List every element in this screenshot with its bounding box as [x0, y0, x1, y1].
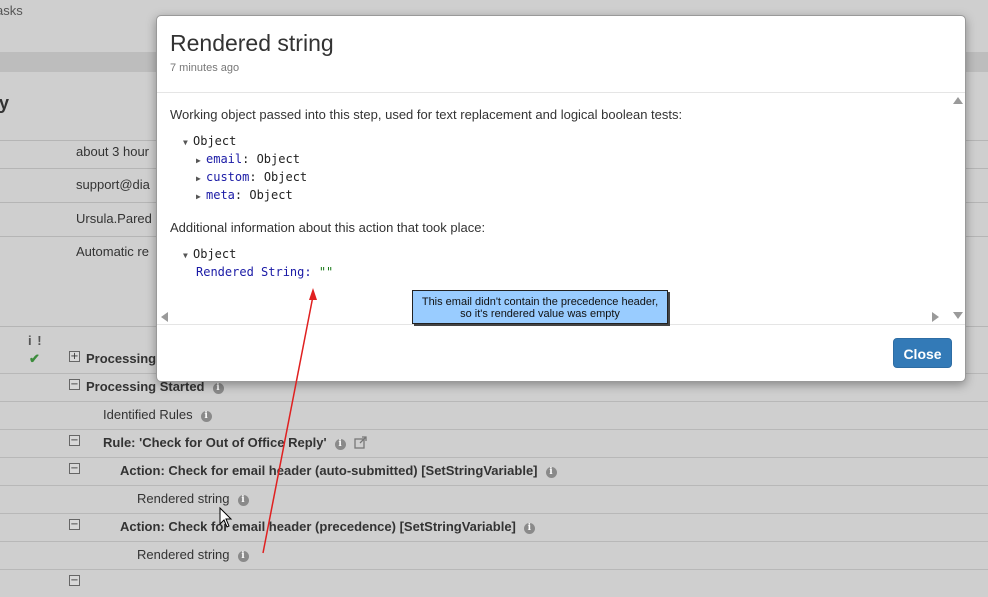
object-property[interactable]: ▶ meta: Object	[196, 188, 293, 202]
tree-row[interactable]: − Action: Check for email header (preced…	[0, 513, 988, 542]
tree-row[interactable]: Rendered string i	[0, 541, 988, 570]
tree-row-text: Action: Check for email header (preceden…	[120, 519, 535, 534]
rendered-string-property: Rendered String: ""	[196, 265, 333, 279]
expanded-triangle-icon[interactable]: ▼	[183, 138, 193, 147]
scroll-right-arrow-icon[interactable]	[932, 312, 939, 322]
tree-row[interactable]: − Action: Check for email header (auto-s…	[0, 457, 988, 486]
info-icon[interactable]: i	[237, 495, 249, 506]
expanded-triangle-icon[interactable]: ▼	[183, 251, 193, 260]
collapse-icon[interactable]: −	[69, 463, 80, 474]
object-property[interactable]: ▶ email: Object	[196, 152, 300, 166]
rendered-string-value: ""	[318, 265, 334, 279]
object-property[interactable]: ▶ custom: Object	[196, 170, 307, 184]
tree-row-text: Rendered string i	[137, 491, 249, 506]
tree-row-label: Rendered string	[137, 491, 230, 506]
external-link-icon[interactable]	[353, 436, 367, 452]
tree-row-text: Rule: 'Check for Out of Office Reply' i	[103, 435, 367, 452]
detail-value-time: about 3 hour	[76, 144, 150, 159]
modal-timestamp: 7 minutes ago	[170, 62, 240, 74]
tree-row[interactable]: −	[0, 569, 988, 597]
property-key: Rendered String:	[196, 265, 312, 279]
vertical-scrollbar[interactable]	[951, 93, 965, 323]
property-key: meta	[206, 188, 235, 202]
tree-row[interactable]: Rendered string i	[0, 485, 988, 514]
info-icon[interactable]: i	[200, 411, 212, 422]
property-value: Object	[263, 170, 308, 184]
rendered-string-modal: Rendered string 7 minutes ago Working ob…	[156, 15, 966, 382]
property-key: email	[206, 152, 243, 166]
collapsed-triangle-icon[interactable]: ▶	[196, 192, 206, 201]
tree-row-label: Action: Check for email header (auto-sub…	[120, 463, 538, 478]
collapse-icon[interactable]: −	[69, 575, 80, 586]
tree-row[interactable]: Identified Rules i	[0, 401, 988, 430]
working-object-description: Working object passed into this step, us…	[170, 107, 683, 122]
info-icon[interactable]: i	[237, 551, 249, 562]
detail-value-from: support@dia	[76, 177, 150, 192]
info-icon[interactable]: i	[545, 467, 557, 478]
tree-row-text: Action: Check for email header (auto-sub…	[120, 463, 557, 478]
info-icon[interactable]: i	[212, 383, 224, 394]
tree-row-label: Rendered string	[137, 547, 230, 562]
collapse-icon[interactable]: −	[69, 435, 80, 446]
modal-header: Rendered string 7 minutes ago	[157, 16, 965, 93]
additional-object-root[interactable]: ▼ Object	[183, 247, 236, 261]
scroll-down-arrow-icon[interactable]	[953, 312, 963, 319]
info-icon[interactable]: i	[523, 523, 535, 534]
scroll-left-arrow-icon[interactable]	[161, 312, 168, 322]
tree-row-label: Identified Rules	[103, 407, 193, 422]
section-heading-fragment: y	[0, 93, 10, 113]
object-root-label: Object	[193, 247, 237, 261]
close-button[interactable]: Close	[893, 338, 952, 368]
property-value: Object	[256, 152, 300, 166]
tree-row[interactable]: − Rule: 'Check for Out of Office Reply' i	[0, 429, 988, 458]
modal-body: Working object passed into this step, us…	[157, 93, 965, 323]
collapse-icon[interactable]: −	[69, 379, 80, 390]
tree-row-text: Identified Rules i	[103, 407, 212, 422]
info-icon[interactable]: i	[334, 439, 346, 450]
tree-row-label: Action: Check for email header (preceden…	[120, 519, 516, 534]
expand-icon[interactable]: +	[69, 351, 80, 362]
annotation-callout: This email didn't contain the precedence…	[412, 290, 668, 324]
additional-info-description: Additional information about this action…	[170, 220, 486, 235]
collapsed-triangle-icon[interactable]: ▶	[196, 156, 206, 165]
tree-row-label: Rule: 'Check for Out of Office Reply'	[103, 435, 327, 450]
modal-footer: Close	[157, 324, 965, 381]
property-value: Object	[249, 188, 293, 202]
property-key: custom	[206, 170, 250, 184]
annotation-line-1: This email didn't contain the precedence…	[421, 296, 659, 308]
scroll-up-arrow-icon[interactable]	[953, 97, 963, 104]
detail-value-to: Ursula.Pared	[76, 211, 152, 226]
tree-row-label: Processing	[86, 351, 157, 366]
collapsed-triangle-icon[interactable]: ▶	[196, 174, 206, 183]
collapse-icon[interactable]: −	[69, 519, 80, 530]
annotation-line-2: so it's rendered value was empty	[460, 308, 620, 320]
tasks-tab-fragment[interactable]: asks	[0, 3, 23, 18]
tree-row-text: Rendered string i	[137, 547, 249, 562]
object-root-label: Object	[193, 134, 237, 148]
detail-value-subject: Automatic re	[76, 244, 149, 259]
modal-title: Rendered string	[170, 30, 334, 56]
object-tree-root[interactable]: ▼ Object	[183, 134, 236, 148]
